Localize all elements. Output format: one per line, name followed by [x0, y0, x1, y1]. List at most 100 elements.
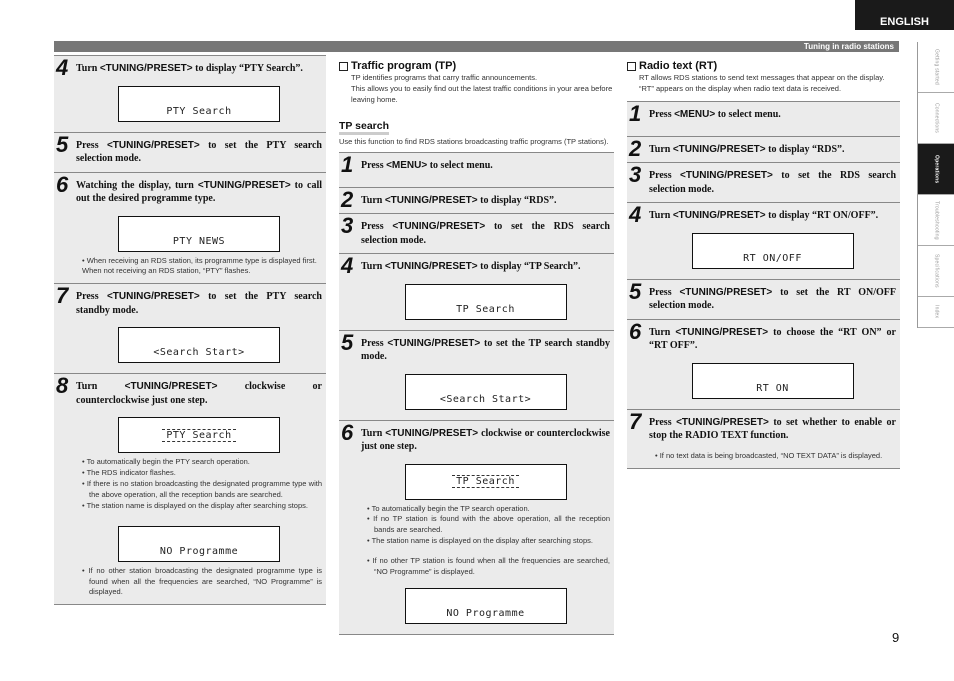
- step: 7 Press <TUNING/PRESET> to set whether t…: [627, 408, 900, 468]
- step-instruction: Turn <TUNING/PRESET> to display “RDS”.: [361, 194, 557, 206]
- step-instruction: Press <MENU> to select menu.: [361, 159, 493, 171]
- key-label: <TUNING/PRESET>: [124, 381, 218, 393]
- key-label: <TUNING/PRESET>: [672, 143, 766, 155]
- step-instruction: Press <TUNING/PRESET> to set the PTY sea…: [76, 291, 322, 316]
- divider: [339, 633, 614, 635]
- step-instruction: Press <MENU> to select menu.: [649, 108, 781, 120]
- step-instruction: Press <TUNING/PRESET> to set the RDS sea…: [361, 221, 610, 246]
- checkbox-icon: [627, 61, 636, 71]
- step-instruction: Press <TUNING/PRESET> to set whether to …: [649, 416, 896, 442]
- display-panel: <Search Start>: [118, 327, 280, 364]
- step-number: 7: [629, 408, 642, 434]
- notes: If no other station broadcasting the des…: [76, 566, 322, 599]
- step: 4 Turn <TUNING/PRESET> to display “TP Se…: [339, 253, 614, 330]
- key-label: <TUNING/PRESET>: [392, 221, 486, 232]
- step: 3 Press <TUNING/PRESET> to set the RDS s…: [627, 162, 900, 203]
- step-number: 5: [341, 329, 354, 355]
- divider: [54, 604, 326, 606]
- step-instruction: Turn <TUNING/PRESET> to choose the “RT O…: [649, 326, 896, 352]
- side-nav-specifications[interactable]: Specifications: [918, 246, 954, 297]
- step-instruction: Turn <TUNING/PRESET> to display “RT ON/O…: [649, 210, 879, 222]
- side-nav-troubleshooting[interactable]: Troubleshooting: [918, 195, 954, 246]
- step: 5 Press <TUNING/PRESET> to set the RT ON…: [627, 278, 900, 319]
- display-panel-flashing: PTY Search: [118, 417, 280, 454]
- step-number: 3: [629, 162, 642, 188]
- step-number: 1: [629, 100, 642, 126]
- step-instruction: Press <TUNING/PRESET> to set the RT ON/O…: [649, 286, 897, 312]
- step-instruction: Turn <TUNING/PRESET> clockwise or counte…: [361, 427, 610, 453]
- key-label: <MENU>: [674, 108, 716, 120]
- section-heading: Radio text (RT): [627, 60, 900, 72]
- key-label: <TUNING/PRESET>: [106, 291, 200, 303]
- rt-column: Radio text (RT) RT allows RDS stations t…: [627, 60, 900, 469]
- step: 5 Press <TUNING/PRESET> to set the TP se…: [339, 329, 614, 420]
- side-nav-getting-started[interactable]: Getting started: [918, 42, 954, 93]
- section-header: Tuning in radio stations: [54, 41, 899, 52]
- step-number: 8: [56, 373, 69, 399]
- tp-column: Traffic program (TP) TP identifies progr…: [339, 60, 614, 635]
- key-label: <TUNING/PRESET>: [197, 179, 291, 191]
- notes: To automatically begin the PTY search op…: [76, 457, 322, 511]
- step-number: 6: [629, 318, 642, 344]
- notes: If no other TP station is found when all…: [361, 556, 610, 578]
- side-nav-operations[interactable]: Operations: [918, 144, 954, 195]
- step-number: 6: [341, 419, 354, 445]
- section-heading: Traffic program (TP): [339, 60, 614, 72]
- step: 2 Turn <TUNING/PRESET> to display “RDS”.: [339, 186, 614, 213]
- step-number: 1: [341, 151, 354, 177]
- display-panel: TP Search: [404, 283, 567, 320]
- key-label: <TUNING/PRESET>: [676, 416, 769, 428]
- key-label: <TUNING/PRESET>: [106, 139, 200, 151]
- key-label: <TUNING/PRESET>: [387, 337, 481, 349]
- key-label: <TUNING/PRESET>: [679, 286, 773, 298]
- key-label: <TUNING/PRESET>: [99, 63, 193, 74]
- step: 2 Turn <TUNING/PRESET> to display “RDS”.: [627, 135, 900, 163]
- step-number: 7: [56, 283, 69, 309]
- pty-steps-column: 4 Turn <TUNING/PRESET> to display “PTY S…: [54, 55, 326, 606]
- language-tab: ENGLISH: [855, 0, 954, 30]
- step-number: 6: [56, 171, 69, 197]
- step: 6 Watching the display, turn <TUNING/PRE…: [54, 171, 326, 284]
- step-number: 3: [341, 213, 354, 238]
- step: 1 Press <MENU> to select menu.: [627, 100, 900, 136]
- section-intro: TP identifies programs that carry traffi…: [351, 73, 613, 104]
- display-panel: RT ON/OFF: [691, 232, 854, 269]
- side-nav: Getting started Connections Operations T…: [917, 42, 954, 328]
- display-panel: NO Programme: [118, 525, 280, 562]
- step-instruction: Turn <TUNING/PRESET> to display “RDS”.: [649, 143, 845, 155]
- step: 7 Press <TUNING/PRESET> to set the PTY s…: [54, 283, 326, 374]
- page-number: 9: [892, 630, 900, 645]
- display-panel: <Search Start>: [404, 373, 567, 410]
- display-panel: PTY Search: [118, 85, 280, 122]
- divider: [627, 467, 900, 469]
- key-label: <TUNING/PRESET>: [384, 261, 478, 272]
- side-nav-connections[interactable]: Connections: [918, 93, 954, 144]
- step: 5 Press <TUNING/PRESET> to set the PTY s…: [54, 131, 326, 172]
- step: 4 Turn <TUNING/PRESET> to display “RT ON…: [627, 202, 900, 279]
- notes: If no text data is being broadcasted, “N…: [649, 451, 896, 462]
- step-instruction: Turn <TUNING/PRESET> to display “TP Sear…: [361, 261, 581, 272]
- display-panel-flashing: TP Search: [404, 463, 567, 500]
- step: 6 Turn <TUNING/PRESET> to choose the “RT…: [627, 318, 900, 409]
- step-instruction: Press <TUNING/PRESET> to set the TP sear…: [361, 337, 610, 363]
- step-number: 5: [56, 131, 69, 157]
- step-instruction: Watching the display, turn <TUNING/PRESE…: [76, 179, 322, 205]
- step-instruction: Turn <TUNING/PRESET> clockwise or counte…: [76, 381, 322, 406]
- step-number: 4: [56, 55, 69, 80]
- key-label: <TUNING/PRESET>: [675, 326, 769, 338]
- step: 6 Turn <TUNING/PRESET> clockwise or coun…: [339, 419, 614, 634]
- notes: To automatically begin the TP search ope…: [361, 504, 610, 548]
- step-instruction: Press <TUNING/PRESET> to set the PTY sea…: [76, 139, 322, 165]
- step-number: 2: [341, 186, 354, 212]
- step-instruction: Press <TUNING/PRESET> to set the RDS sea…: [649, 170, 896, 195]
- step-number: 4: [341, 253, 354, 278]
- step: 3 Press <TUNING/PRESET> to set the RDS s…: [339, 213, 614, 253]
- subsection-intro: Use this function to find RDS stations b…: [339, 136, 609, 146]
- step-number: 4: [629, 202, 642, 228]
- display-panel: NO Programme: [404, 587, 567, 624]
- subsection-heading: TP search: [339, 120, 390, 135]
- step: 4 Turn <TUNING/PRESET> to display “PTY S…: [54, 55, 326, 132]
- side-nav-index[interactable]: Index: [918, 297, 954, 328]
- key-label: <TUNING/PRESET>: [384, 194, 478, 206]
- step: 1 Press <MENU> to select menu.: [339, 151, 614, 187]
